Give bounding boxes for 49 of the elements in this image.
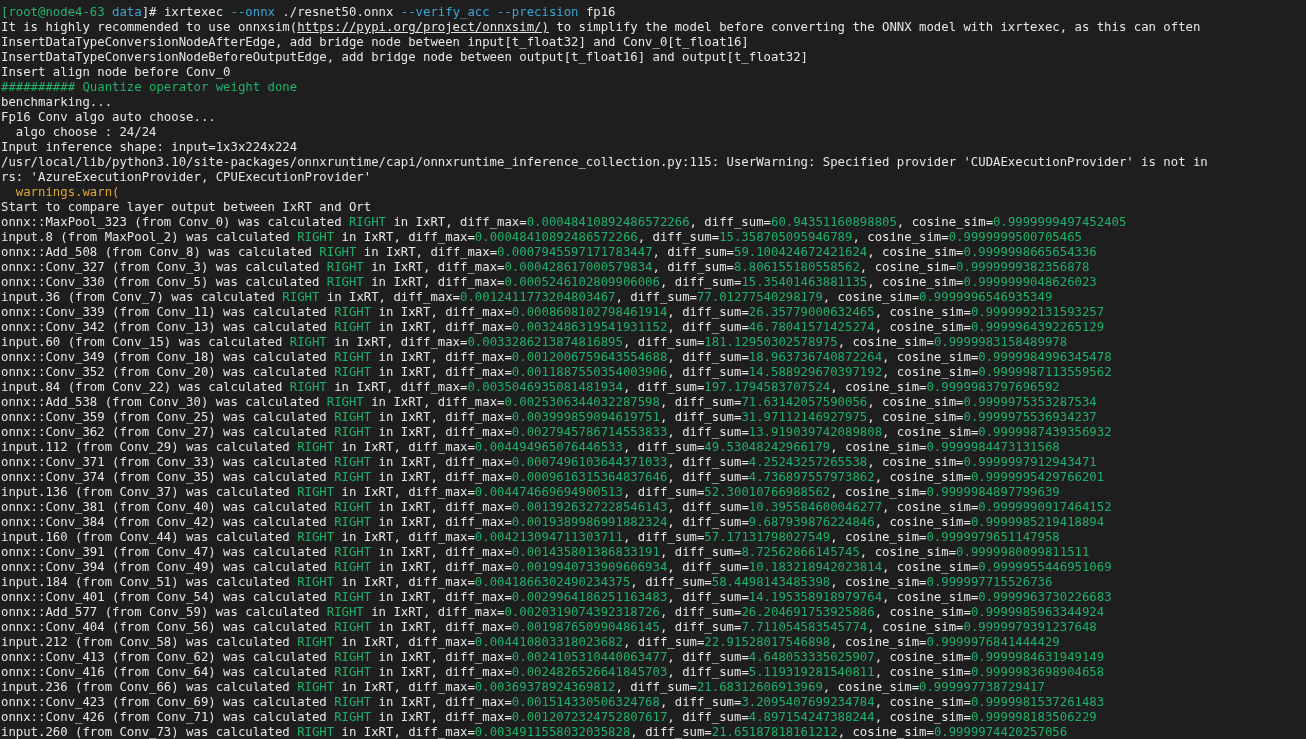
- terminal-line: onnx::Conv_391 (from Conv_47) was calculated RIGHT in IxRT, diff_max=0.001435801386833191, diff_sum=8.72562866145745, cosine_sim=0.9999980099811511: [1, 545, 1090, 560]
- terminal-line: onnx::Conv_359 (from Conv_25) was calculated RIGHT in IxRT, diff_max=0.003999859094619751, diff_sum=31.97112146927975, cosine_sim=0.9999975536934237: [1, 410, 1097, 425]
- terminal-line: benchmarking...: [1, 95, 113, 110]
- terminal-line: onnx::Add_538 (from Conv_30) was calculated RIGHT in IxRT, diff_max=0.0025306344032287598, diff_sum=71.63142057590056, cosine_sim=0.9999975353287534: [1, 395, 1097, 410]
- terminal-line: Input inference shape: input=1x3x224x224: [1, 140, 298, 155]
- terminal-line: input.8 (from MaxPool_2) was calculated RIGHT in IxRT, diff_max=0.00048410892486572266, diff_sum=15.358705095946789, cosine_sim=0.9999999500705465: [1, 230, 1082, 245]
- terminal-line: onnx::Conv_327 (from Conv_3) was calculated RIGHT in IxRT, diff_max=0.000428617000579834, diff_sum=8.806155180558562, cosine_sim=0.9999999382356878: [1, 260, 1090, 275]
- terminal-line: algo choose : 24/24: [14, 125, 157, 140]
- terminal-line: input.136 (from Conv_37) was calculated RIGHT in IxRT, diff_max=0.004474669694900513, diff_sum=52.30010766988562, cosine_sim=0.9999984897799639: [1, 485, 1060, 500]
- terminal-line: input.260 (from Conv_73) was calculated RIGHT in IxRT, diff_max=0.0034911558032035828, diff_sum=21.65187818161212, cosine_sim=0.9999974420257056: [1, 725, 1068, 739]
- terminal-line: onnx::Conv_401 (from Conv_54) was calculated RIGHT in IxRT, diff_max=0.0029964186251163483, diff_sum=14.195358918979764, cosine_sim=0.9999963730226683: [1, 590, 1112, 605]
- terminal-line: onnx::Conv_394 (from Conv_49) was calculated RIGHT in IxRT, diff_max=0.0019940733909606934, diff_sum=10.183218942023814, cosine_sim=0.9999955446951069: [1, 560, 1112, 575]
- terminal-line: onnx::Conv_330 (from Conv_5) was calculated RIGHT in IxRT, diff_max=0.0005246102809906006, diff_sum=15.35401463881135, cosine_sim=0.9999999048626023: [1, 275, 1097, 290]
- terminal-line: onnx::Conv_381 (from Conv_40) was calculated RIGHT in IxRT, diff_max=0.0013926327228546143, diff_sum=10.395584600046277, cosine_sim=0.9999990917464152: [1, 500, 1112, 515]
- terminal-line: input.160 (from Conv_44) was calculated RIGHT in IxRT, diff_max=0.004213094711303711, diff_sum=57.17131798027549, cosine_sim=0.9999979651147958: [1, 530, 1060, 545]
- terminal-line: input.36 (from Conv_7) was calculated RIGHT in IxRT, diff_max=0.0012411773204803467, diff_sum=77.01277540298179, cosine_sim=0.9999996546935349: [1, 290, 1053, 305]
- terminal-line: input.112 (from Conv_29) was calculated RIGHT in IxRT, diff_max=0.004494965076446533, diff_sum=49.53048242966179, cosine_sim=0.9999984473131568: [1, 440, 1060, 455]
- terminal-line: input.236 (from Conv_66) was calculated RIGHT in IxRT, diff_max=0.00369378924369812, diff_sum=21.68312606913969, cosine_sim=0.999997738729417: [1, 680, 1045, 695]
- terminal-line: onnx::Conv_413 (from Conv_62) was calculated RIGHT in IxRT, diff_max=0.0024105310440063477, diff_sum=4.648053335025907, cosine_sim=0.9999984631949149: [1, 650, 1105, 665]
- terminal-line: onnx::Conv_374 (from Conv_35) was calculated RIGHT in IxRT, diff_max=0.0009616315364837646, diff_sum=4.736897557973862, cosine_sim=0.9999995429766201: [1, 470, 1105, 485]
- terminal-line: input.184 (from Conv_51) was calculated RIGHT in IxRT, diff_max=0.0041866302490234375, diff_sum=58.4498143485398, cosine_sim=0.999997715526736: [1, 575, 1053, 590]
- terminal-line: It is highly recommended to use onnxsim(https://pypi.org/project/onnxsim/) to simplify the model before converting the ONNX model with ixrtexec, as this can often: [1, 20, 1201, 35]
- terminal-line: /usr/local/lib/python3.10/site-packages/onnxruntime/capi/onnxruntime_inference_collection.py:115: UserWarning: Specified provider 'CUDAExecutionProvider' is not in: [1, 155, 1208, 170]
- terminal-line: onnx::Conv_362 (from Conv_27) was calculated RIGHT in IxRT, diff_max=0.0027945786714553833, diff_sum=13.919039742089808, cosine_sim=0.9999987439356932: [1, 425, 1112, 440]
- terminal-line: onnx::MaxPool_323 (from Conv_0) was calculated RIGHT in IxRT, diff_max=0.00048410892486572266, diff_sum=60.94351160898805, cosine_sim=0.9999999497452405: [1, 215, 1127, 230]
- terminal-line: onnx::Conv_423 (from Conv_69) was calculated RIGHT in IxRT, diff_max=0.001514330506324768, diff_sum=3.2095407699234784, cosine_sim=0.9999981537261483: [1, 695, 1105, 710]
- terminal-line: onnx::Conv_404 (from Conv_56) was calculated RIGHT in IxRT, diff_max=0.001987650990486145, diff_sum=7.711054583545774, cosine_sim=0.9999979391237648: [1, 620, 1097, 635]
- terminal-line: input.212 (from Conv_58) was calculated RIGHT in IxRT, diff_max=0.004410803318023682, diff_sum=22.91528017546898, cosine_sim=0.9999976841444429: [1, 635, 1060, 650]
- terminal-line: onnx::Conv_371 (from Conv_33) was calculated RIGHT in IxRT, diff_max=0.0007496103644371033, diff_sum=4.25243257265538, cosine_sim=0.9999997912943471: [1, 455, 1097, 470]
- terminal-line: onnx::Conv_352 (from Conv_20) was calculated RIGHT in IxRT, diff_max=0.0011887550354003906, diff_sum=14.588929670397192, cosine_sim=0.9999987113559562: [1, 365, 1112, 380]
- terminal-line: InsertDataTypeConversionNodeBeforeOutputEdge, add bridge node between output[t_float16] and output[t_float32]: [1, 50, 808, 65]
- terminal-line: Start to compare layer output between IxRT and Ort: [1, 200, 372, 215]
- terminal-line: onnx::Add_577 (from Conv_59) was calculated RIGHT in IxRT, diff_max=0.0020319074392318726, diff_sum=26.204691753925886, cosine_sim=0.9999985963344924: [1, 605, 1105, 620]
- terminal-line: onnx::Conv_342 (from Conv_13) was calculated RIGHT in IxRT, diff_max=0.0032486319541931152, diff_sum=46.78041571425274, cosine_sim=0.9999964392265129: [1, 320, 1105, 335]
- terminal-line: onnx::Conv_416 (from Conv_64) was calculated RIGHT in IxRT, diff_max=0.0024826526641845703, diff_sum=5.119319281540811, cosine_sim=0.9999983698904658: [1, 665, 1105, 680]
- terminal-line: rs: 'AzureExecutionProvider, CPUExecutionProvider': [1, 170, 372, 185]
- terminal-line: onnx::Add_508 (from Conv_8) was calculated RIGHT in IxRT, diff_max=0.0007945597171783447, diff_sum=59.100424672421624, cosine_sim=0.9999998665654336: [1, 245, 1097, 260]
- terminal-line: warnings.warn(: [14, 185, 120, 200]
- terminal-line: input.60 (from Conv_15) was calculated RIGHT in IxRT, diff_max=0.0033286213874816895, diff_sum=181.12950302578975, cosine_sim=0.9999983158489978: [1, 335, 1068, 350]
- terminal-line: ########## Quantize operator weight done: [1, 80, 298, 95]
- terminal-line: onnx::Conv_384 (from Conv_42) was calculated RIGHT in IxRT, diff_max=0.0019389986991882324, diff_sum=9.687939876224846, cosine_sim=0.9999985219418894: [1, 515, 1105, 530]
- terminal-line: Insert align node before Conv_0: [1, 65, 231, 80]
- terminal-line: InsertDataTypeConversionNodeAfterEdge, add bridge node between input[t_float32] and Conv_0[t_float16]: [1, 35, 749, 50]
- terminal-line: onnx::Conv_339 (from Conv_11) was calculated RIGHT in IxRT, diff_max=0.0008608102798461914, diff_sum=26.35779000632465, cosine_sim=0.9999992131593257: [1, 305, 1105, 320]
- terminal-line: Fp16 Conv algo auto choose...: [1, 110, 216, 125]
- terminal-line: [root@node4-63 data]# ixrtexec --onnx ./resnet50.onnx --verify_acc --precision fp16: [1, 5, 616, 20]
- terminal-line: onnx::Conv_426 (from Conv_71) was calculated RIGHT in IxRT, diff_max=0.0012072324752807617, diff_sum=4.897154247388244, cosine_sim=0.999998183506229: [1, 710, 1097, 725]
- terminal-line: input.84 (from Conv_22) was calculated RIGHT in IxRT, diff_max=0.0035046935081481934, diff_sum=197.1794583707524, cosine_sim=0.9999983797696592: [1, 380, 1060, 395]
- terminal-line: onnx::Conv_349 (from Conv_18) was calculated RIGHT in IxRT, diff_max=0.0012006759643554688, diff_sum=18.963736740872264, cosine_sim=0.9999984996345478: [1, 350, 1112, 365]
